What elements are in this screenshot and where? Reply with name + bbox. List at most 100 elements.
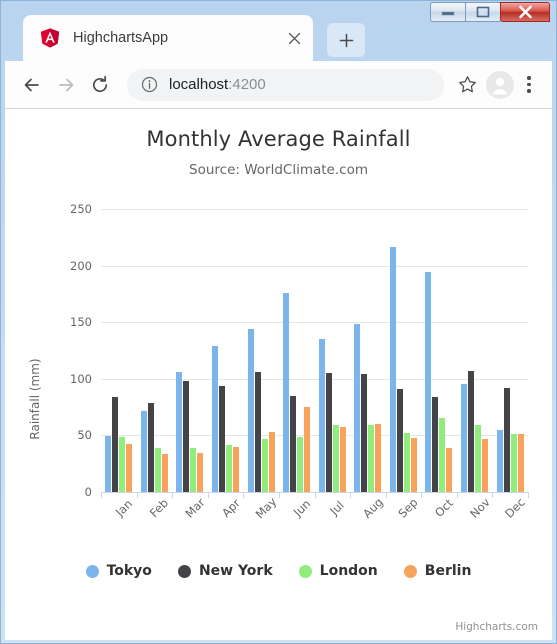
- legend-item-london[interactable]: London: [298, 563, 378, 579]
- bar[interactable]: [226, 445, 233, 492]
- bar[interactable]: [161, 454, 168, 492]
- bar[interactable]: [147, 402, 154, 492]
- forward-arrow-icon: [59, 78, 74, 91]
- bar[interactable]: [396, 388, 403, 492]
- bar[interactable]: [446, 447, 453, 492]
- bar[interactable]: [332, 425, 339, 492]
- x-axis-tick-label: Aug: [359, 495, 386, 521]
- bar[interactable]: [105, 435, 112, 492]
- bar[interactable]: [140, 411, 147, 492]
- bar[interactable]: [410, 438, 417, 492]
- tab-close-icon[interactable]: [283, 27, 305, 49]
- bar[interactable]: [375, 423, 382, 492]
- bar[interactable]: [254, 372, 261, 492]
- x-axis-labels: Jan Feb Mar Apr May Jun Jul Aug Sep Oct Nov Dec: [101, 495, 528, 545]
- x-axis-label-cell: Nov: [457, 495, 493, 545]
- minimize-icon: [441, 11, 455, 16]
- bar[interactable]: [510, 434, 517, 492]
- close-x-icon: [288, 32, 300, 44]
- x-axis-tick: [385, 492, 387, 498]
- plot-wrapper: Rainfall (mm) 0 50 100 150 200 250 Jan Feb Mar A…: [5, 189, 552, 625]
- address-bar[interactable]: localhost:4200: [127, 68, 444, 101]
- maximize-button[interactable]: [465, 2, 501, 22]
- bar[interactable]: [197, 452, 204, 492]
- bar-group: [314, 209, 350, 492]
- bar[interactable]: [432, 397, 439, 492]
- bar[interactable]: [233, 447, 240, 492]
- bar[interactable]: [425, 272, 432, 492]
- bar[interactable]: [439, 418, 446, 492]
- bar[interactable]: [112, 397, 119, 492]
- bar[interactable]: [475, 424, 482, 492]
- bar[interactable]: [503, 387, 510, 492]
- reload-button[interactable]: [83, 68, 117, 102]
- y-axis-tick-label: 250: [70, 202, 92, 216]
- minimize-button[interactable]: [430, 2, 466, 22]
- x-axis-tick-label: Nov: [466, 495, 493, 521]
- x-axis-label-cell: Feb: [137, 496, 173, 545]
- bar[interactable]: [318, 338, 325, 492]
- new-tab-button[interactable]: [327, 23, 365, 57]
- kebab-dot: [527, 82, 531, 87]
- chart-title: Monthly Average Rainfall: [146, 127, 411, 151]
- x-axis-label-cell: Oct: [421, 496, 457, 545]
- site-info-icon[interactable]: [141, 76, 158, 93]
- bar[interactable]: [368, 424, 375, 492]
- bar[interactable]: [283, 292, 290, 492]
- x-axis-label-cell: Aug: [350, 495, 386, 545]
- url-host: localhost: [169, 76, 229, 93]
- browser-menu-button[interactable]: [516, 70, 542, 100]
- bar[interactable]: [212, 345, 219, 492]
- bar[interactable]: [119, 436, 126, 492]
- bar[interactable]: [403, 432, 410, 492]
- bar[interactable]: [176, 371, 183, 492]
- bar[interactable]: [461, 383, 468, 492]
- bar-group: [137, 209, 173, 492]
- bar[interactable]: [304, 406, 311, 492]
- x-axis-tick: [101, 492, 102, 498]
- bar[interactable]: [482, 439, 489, 492]
- browser-tab[interactable]: HighchartsApp: [23, 15, 313, 61]
- bar[interactable]: [354, 323, 361, 492]
- bar[interactable]: [297, 437, 304, 492]
- y-axis-tick-label: 0: [84, 485, 92, 499]
- bar[interactable]: [247, 329, 254, 492]
- legend-item-new-york[interactable]: New York: [177, 563, 273, 579]
- bar-group: [279, 209, 315, 492]
- bar[interactable]: [517, 434, 524, 492]
- y-axis-title: Rainfall (mm): [28, 358, 42, 440]
- bar[interactable]: [219, 386, 226, 492]
- bookmark-button[interactable]: [452, 70, 482, 100]
- bar[interactable]: [261, 438, 268, 492]
- legend-item-berlin[interactable]: Berlin: [403, 563, 472, 579]
- bar[interactable]: [496, 430, 503, 492]
- bar[interactable]: [290, 396, 297, 492]
- bar[interactable]: [339, 427, 346, 492]
- profile-avatar[interactable]: [486, 70, 514, 99]
- bar[interactable]: [154, 448, 161, 492]
- bar[interactable]: [190, 447, 197, 492]
- bar[interactable]: [183, 380, 190, 492]
- bar-group: [492, 209, 528, 492]
- bar-group: [386, 209, 422, 492]
- bar[interactable]: [325, 373, 332, 492]
- x-axis-label-cell: Sep: [386, 495, 422, 545]
- legend-swatch-icon: [85, 564, 99, 578]
- legend-item-tokyo[interactable]: Tokyo: [85, 563, 152, 579]
- legend-label: Tokyo: [106, 563, 152, 579]
- bar[interactable]: [361, 373, 368, 492]
- bar-group: [457, 209, 493, 492]
- x-axis-tick-label: Jan: [112, 496, 135, 520]
- bar[interactable]: [468, 371, 475, 492]
- legend-label: Berlin: [424, 563, 472, 579]
- bar[interactable]: [268, 432, 275, 492]
- bar[interactable]: [389, 247, 396, 492]
- close-button[interactable]: [500, 2, 550, 22]
- forward-button[interactable]: [49, 68, 83, 102]
- bar[interactable]: [126, 444, 133, 492]
- back-button[interactable]: [15, 68, 49, 102]
- x-axis-label-cell: Apr: [208, 496, 244, 545]
- x-axis-label-cell: Dec: [492, 495, 528, 545]
- y-axis-tick-label: 100: [70, 371, 92, 386]
- legend-swatch-icon: [298, 564, 312, 578]
